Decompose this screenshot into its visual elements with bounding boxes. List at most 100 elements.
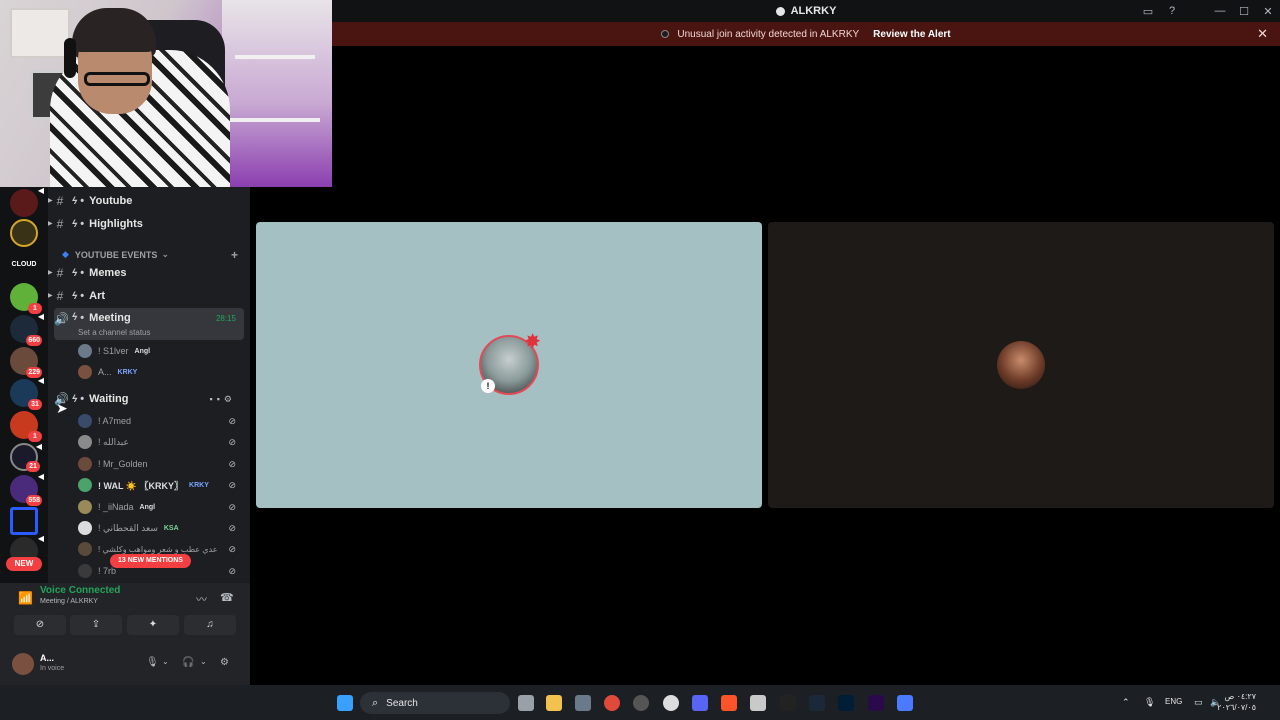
capcut-icon[interactable]	[780, 695, 796, 711]
deafened-icon: ⊘	[228, 501, 236, 512]
task-view-icon[interactable]	[518, 695, 534, 711]
server-icon[interactable]: 1	[10, 411, 42, 442]
chevron-down-icon[interactable]: ⌄	[162, 657, 169, 666]
video-tile-participant[interactable]: ✸ !	[256, 222, 762, 508]
invite-icon[interactable]: ▪	[217, 394, 224, 404]
camera-off-button[interactable]: ⊘	[14, 615, 66, 635]
file-explorer-icon[interactable]	[546, 695, 562, 711]
current-user-name[interactable]: A...	[40, 653, 54, 663]
server-icon[interactable]	[10, 219, 38, 247]
inbox-icon[interactable]: ▭	[1136, 5, 1160, 18]
mention-badge: 31	[28, 399, 42, 410]
minimize-button[interactable]: —	[1208, 5, 1232, 17]
server-icon[interactable]: CLOUD	[10, 251, 38, 279]
speaker-icon: 🔊	[54, 312, 69, 326]
close-icon[interactable]: ✕	[1257, 26, 1268, 42]
maximize-button[interactable]: ☐	[1232, 5, 1256, 18]
avatar	[78, 521, 92, 535]
voice-user[interactable]: ! S1lver Angl	[78, 341, 244, 361]
brave-icon[interactable]	[721, 695, 737, 711]
avatar	[78, 414, 92, 428]
server-icon[interactable]: ◀ 660	[10, 312, 44, 346]
app-icon[interactable]	[750, 695, 766, 711]
noise-suppression-icon[interactable]: 〰	[196, 591, 207, 607]
disconnect-icon[interactable]: ☎	[220, 591, 234, 604]
voice-user[interactable]: ! WAL ☀️ 〖KRKY〗 KRKY ⊘	[78, 475, 244, 495]
chat-icon[interactable]: ▪	[210, 394, 217, 404]
microphone-icon[interactable]: 🎙	[1144, 697, 1155, 708]
steam-icon[interactable]	[809, 695, 825, 711]
voice-user[interactable]: ! A7med ⊘	[78, 411, 244, 431]
webcam-shelf	[230, 118, 320, 122]
server-icon[interactable]: ◀ 21	[10, 442, 42, 472]
mouse-cursor-icon: ➤	[56, 400, 68, 416]
headphones-icon[interactable]: 🎧	[182, 657, 194, 668]
channel-youtube[interactable]: # ϟ • Youtube	[54, 191, 244, 211]
new-mentions-pill[interactable]: 13 NEW MENTIONS	[110, 554, 191, 568]
hash-icon: #	[56, 266, 64, 280]
server-icon[interactable]: ◀	[10, 186, 44, 217]
chevron-up-icon[interactable]: ⌃	[1122, 697, 1130, 708]
voice-location[interactable]: Meeting / ALKRKY	[40, 598, 98, 605]
settings-icon[interactable]: ⚙	[224, 394, 236, 404]
chevron-down-icon[interactable]: ⌄	[200, 657, 207, 666]
store-icon[interactable]	[575, 695, 591, 711]
signal-icon[interactable]: 📶	[18, 591, 33, 605]
channel-label: Youtube	[89, 195, 133, 207]
channel-sidebar: ▶ # ϟ • Youtube ▶ # ϟ • Highlights ◆ YOUTUBE…	[48, 187, 250, 583]
user-tag: KRKY	[189, 481, 209, 489]
premiere-icon[interactable]	[868, 695, 884, 711]
voice-channel-waiting[interactable]: 🔊 ϟ • Waiting ▪▪⚙	[54, 389, 244, 409]
lightning-icon: ϟ	[72, 195, 78, 207]
mention-badge: 1	[28, 431, 42, 442]
review-alert-button[interactable]: Review the Alert	[873, 29, 950, 40]
server-icon[interactable]: 229	[10, 347, 42, 378]
voice-user[interactable]: A... KRKY	[78, 362, 244, 382]
help-icon[interactable]: ?	[1160, 5, 1184, 17]
channel-highlights[interactable]: # ϟ • Highlights	[54, 214, 244, 234]
hash-icon: #	[56, 289, 64, 303]
voice-user[interactable]: ! _iiNada Angl ⊘	[78, 497, 244, 517]
muted-icon: !	[481, 379, 495, 393]
language-indicator[interactable]: ENG	[1165, 697, 1182, 706]
category-youtube-events[interactable]: ◆ YOUTUBE EVENTS ⌄ +	[62, 248, 242, 262]
app-icon[interactable]	[633, 695, 649, 711]
voice-user[interactable]: ! سعد القحطاني KSA ⊘	[78, 518, 244, 538]
microphone-icon[interactable]: 🎙	[146, 657, 159, 668]
taskbar-search[interactable]: ⌕ Search	[360, 692, 510, 714]
taskbar-clock[interactable]: ٠٤:٢٧ ص ٢٠٢٦/٠٧/٠٥	[1217, 691, 1256, 713]
channel-memes[interactable]: # ϟ • Memes	[54, 263, 244, 283]
voice-status-title[interactable]: Voice Connected	[40, 585, 120, 596]
activities-button[interactable]: ✦	[127, 615, 179, 635]
avatar[interactable]	[12, 653, 34, 675]
anger-emoji-icon: ✸	[524, 331, 541, 353]
gear-icon[interactable]: ⚙	[220, 657, 229, 668]
chrome-icon[interactable]	[604, 695, 620, 711]
channel-status[interactable]: Set a channel status	[78, 328, 151, 337]
deafened-icon: ⊘	[228, 565, 236, 576]
server-icon[interactable]: ◀ 31	[10, 376, 44, 410]
channel-art[interactable]: # ϟ • Art	[54, 286, 244, 306]
avatar	[78, 542, 92, 556]
new-servers-pill[interactable]: NEW	[6, 557, 42, 571]
deafened-icon: ⊘	[228, 458, 236, 469]
app-icon[interactable]	[897, 695, 913, 711]
call-timer: 28:15	[215, 314, 236, 323]
video-tile-participant[interactable]	[768, 222, 1274, 508]
soundboard-button[interactable]: ♫	[184, 615, 236, 635]
server-icon[interactable]: 1	[10, 283, 42, 314]
network-icon[interactable]: ▭	[1194, 697, 1203, 708]
server-icon[interactable]	[10, 507, 38, 535]
add-channel-icon[interactable]: +	[231, 248, 238, 262]
server-icon[interactable]: ◀ 558	[10, 472, 44, 506]
screen-share-button[interactable]: ⇪	[70, 615, 122, 635]
start-icon[interactable]	[337, 695, 353, 711]
steam-icon[interactable]	[663, 695, 679, 711]
voice-user[interactable]: ! عبدالله ⊘	[78, 432, 244, 452]
alert-banner: Unusual join activity detected in ALKRKY…	[332, 22, 1280, 46]
webcam-cap	[72, 8, 156, 52]
photoshop-icon[interactable]	[838, 695, 854, 711]
voice-user[interactable]: ! Mr_Golden ⊘	[78, 454, 244, 474]
discord-icon[interactable]	[692, 695, 708, 711]
close-window-button[interactable]: ✕	[1256, 5, 1280, 18]
